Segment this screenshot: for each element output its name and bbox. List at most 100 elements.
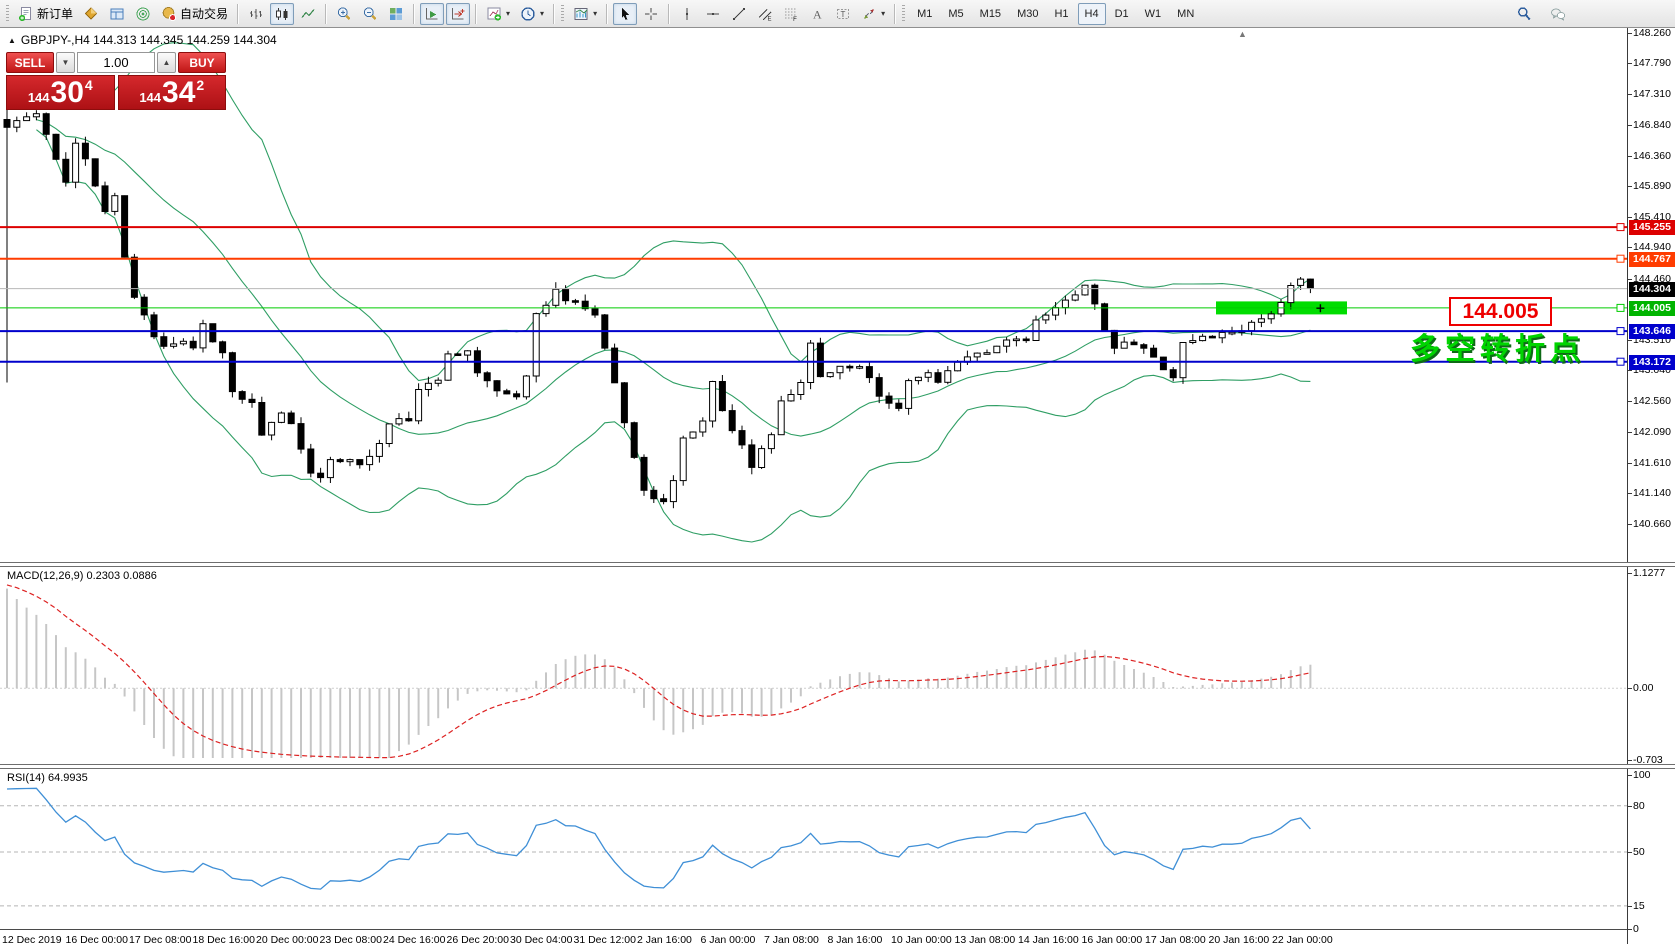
- toolbar-separator: [553, 3, 556, 24]
- sell-price-button[interactable]: 144 30 4: [6, 75, 115, 110]
- price-chart-pane[interactable]: ▲ GBPJPY-,H4 144.313 144.345 144.259 144…: [0, 28, 1627, 562]
- cursor-button[interactable]: [613, 2, 638, 25]
- chart-shift-button[interactable]: [446, 2, 471, 25]
- autotrading-button[interactable]: 自动交易: [157, 3, 232, 25]
- new-order-button[interactable]: 新订单: [14, 3, 77, 25]
- trendline-icon: [731, 6, 747, 22]
- time-label: 18 Dec 16:00: [192, 934, 255, 946]
- toolbar-group: [419, 0, 471, 27]
- autotrading-icon: [161, 6, 177, 22]
- tf-m5[interactable]: M5: [941, 3, 970, 25]
- text-label-button[interactable]: T: [831, 3, 855, 25]
- vertical-line-button[interactable]: [675, 3, 699, 25]
- rsi-tick: 0: [1628, 923, 1639, 935]
- toolbar-group: [243, 0, 321, 27]
- tf-h1[interactable]: H1: [1047, 3, 1075, 25]
- time-axis[interactable]: 12 Dec 2019 16 Dec 00:00 17 Dec 08:00 18 De…: [0, 929, 1627, 949]
- tf-mn[interactable]: MN: [1170, 3, 1201, 25]
- equidistant-channel-button[interactable]: E: [753, 3, 777, 25]
- styler-button[interactable]: [79, 3, 103, 25]
- pane-separator[interactable]: [0, 562, 1675, 567]
- time-label: 31 Dec 12:00: [573, 934, 636, 946]
- zoom-out-button[interactable]: [358, 3, 382, 25]
- tf-m30[interactable]: M30: [1010, 3, 1045, 25]
- chat-button[interactable]: [1546, 3, 1570, 25]
- chat-icon: [1550, 6, 1566, 22]
- bars-icon: [248, 6, 264, 22]
- zoom-in-button[interactable]: [332, 3, 356, 25]
- text-button[interactable]: A: [805, 3, 829, 25]
- tf-w1-label: W1: [1144, 7, 1162, 20]
- rsi-pane[interactable]: RSI(14) 64.9935: [0, 769, 1627, 929]
- toolbar: 新订单 自动交易 ▾ ▾ ▾ E F A T ▾ M1 M5 M15 M30 H1 H4 D1 W1 MN: [0, 0, 1675, 28]
- periods-button[interactable]: ▾: [516, 3, 548, 25]
- rsi-axis[interactable]: 100 80 50 15 0: [1627, 769, 1675, 944]
- price-tick: 148.260: [1628, 27, 1671, 39]
- buy-price-button[interactable]: 144 34 2: [117, 75, 226, 110]
- tf-m1[interactable]: M1: [910, 3, 939, 25]
- price-level-badge: 144.304: [1629, 281, 1675, 297]
- price-tick: 147.790: [1628, 57, 1671, 70]
- sell-button[interactable]: SELL: [6, 52, 54, 73]
- macd-pane[interactable]: MACD(12,26,9) 0.2303 0.0886: [0, 567, 1627, 764]
- toolbar-right: [1511, 3, 1571, 25]
- price-tick: 146.360: [1628, 149, 1671, 162]
- dropdown-caret-icon[interactable]: ▾: [881, 9, 885, 18]
- arrows-button[interactable]: ▾: [857, 3, 889, 25]
- volume-input[interactable]: [77, 52, 155, 73]
- crosshair-button[interactable]: [639, 3, 663, 25]
- fibonacci-button[interactable]: F: [779, 3, 803, 25]
- price-annotation-box[interactable]: 144.005: [1449, 297, 1552, 326]
- tf-w1[interactable]: W1: [1138, 3, 1169, 25]
- dropdown-caret-icon[interactable]: ▾: [506, 9, 510, 18]
- profiles-button[interactable]: [105, 3, 129, 25]
- tile-windows-button[interactable]: [384, 3, 408, 25]
- rsi-chart[interactable]: [0, 769, 1627, 929]
- toolbar-group: 新订单 自动交易: [13, 0, 233, 27]
- line-chart-button[interactable]: [296, 3, 320, 25]
- price-tick: 142.560: [1628, 395, 1671, 408]
- time-label: 20 Dec 00:00: [256, 934, 319, 946]
- volume-increase-button[interactable]: ▲: [157, 52, 176, 73]
- dropdown-caret-icon[interactable]: ▾: [540, 9, 544, 18]
- trendline-button[interactable]: [727, 3, 751, 25]
- time-label: 10 Jan 00:00: [891, 934, 952, 946]
- profiles-icon: [109, 6, 125, 22]
- toolbar-separator: [325, 3, 328, 24]
- toolbar-grip[interactable]: [902, 4, 906, 23]
- turning-point-label[interactable]: 多空转折点: [1410, 324, 1585, 368]
- macd-chart[interactable]: [0, 567, 1627, 764]
- templates-button[interactable]: ▾: [569, 3, 601, 25]
- rsi-tick: 50: [1628, 846, 1645, 858]
- candlestick-chart-button[interactable]: [270, 2, 295, 25]
- horizontal-line-button[interactable]: [701, 3, 725, 25]
- label-icon: T: [835, 6, 851, 22]
- bar-chart-button[interactable]: [244, 3, 268, 25]
- symbol-dropdown-icon[interactable]: ▲: [8, 36, 16, 45]
- buy-button[interactable]: BUY: [178, 52, 226, 73]
- toolbar-separator: [606, 3, 609, 24]
- toolbar-grip[interactable]: [561, 4, 565, 23]
- indicators-button[interactable]: ▾: [482, 3, 514, 25]
- news-button[interactable]: [131, 3, 155, 25]
- zoom-in-icon: [336, 6, 352, 22]
- candlestick-chart[interactable]: [0, 28, 1627, 562]
- time-label: 26 Dec 20:00: [446, 934, 509, 946]
- tf-h4[interactable]: H4: [1077, 2, 1106, 25]
- price-axis[interactable]: 148.260 147.790 147.310 146.840 146.360 145.8…: [1627, 27, 1675, 562]
- pane-separator[interactable]: [0, 764, 1675, 769]
- search-button[interactable]: [1512, 3, 1536, 25]
- tf-m15[interactable]: M15: [973, 3, 1008, 25]
- dropdown-caret-icon[interactable]: ▾: [593, 9, 597, 18]
- time-label: 8 Jan 16:00: [827, 934, 883, 946]
- macd-axis[interactable]: 1.1277 0.00 -0.703: [1627, 567, 1675, 766]
- tf-d1[interactable]: D1: [1108, 3, 1136, 25]
- svg-text:F: F: [793, 16, 797, 22]
- volume-decrease-button[interactable]: ▼: [56, 52, 75, 73]
- sell-price-big: 30: [50, 75, 84, 109]
- buy-price-sup: 2: [196, 77, 205, 93]
- toolbar-group: [612, 0, 664, 27]
- vline-icon: [679, 6, 695, 22]
- toolbar-grip[interactable]: [6, 4, 9, 23]
- auto-scroll-button[interactable]: [420, 2, 445, 25]
